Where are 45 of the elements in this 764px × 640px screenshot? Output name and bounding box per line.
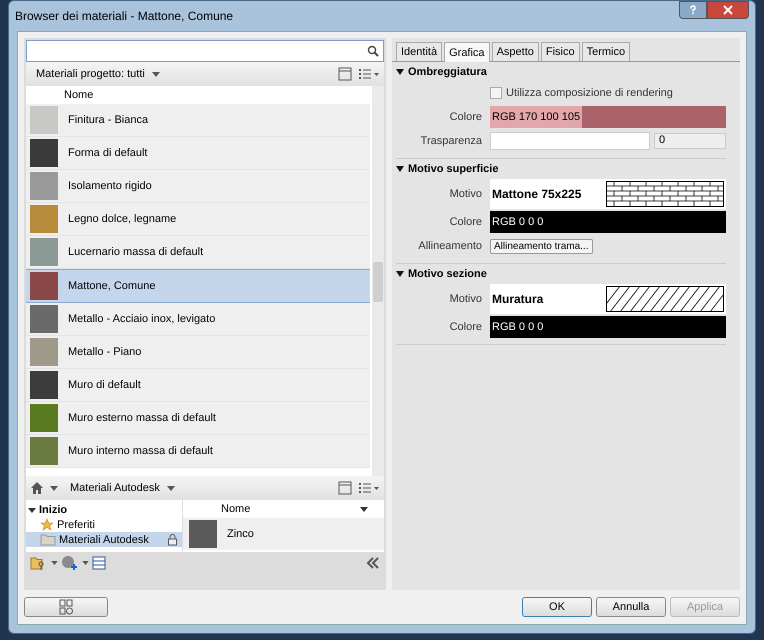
material-item[interactable]: Mattone, Comune xyxy=(26,269,370,303)
material-item[interactable]: Isolamento rigido xyxy=(26,170,370,203)
tree-item[interactable]: Preferiti xyxy=(26,517,182,532)
field-label: Motivo xyxy=(448,188,483,200)
color-swatch[interactable]: RGB 0 0 0 xyxy=(490,211,726,233)
tree-item[interactable]: Inizio xyxy=(26,502,182,517)
section-header[interactable]: Motivo sezione xyxy=(396,264,726,284)
tab[interactable]: Termico xyxy=(582,42,630,61)
field-label: Colore xyxy=(448,111,483,123)
color-swatch[interactable]: RGB 170 100 105 xyxy=(490,106,726,128)
material-item[interactable]: Legno dolce, legname xyxy=(26,203,370,236)
column-header[interactable]: Nome xyxy=(221,503,360,515)
texture-alignment-button[interactable]: Allineamento trama... xyxy=(490,238,592,254)
tab[interactable]: Fisico xyxy=(540,42,580,61)
tab[interactable]: Identità xyxy=(396,42,442,61)
tab[interactable]: Aspetto xyxy=(492,42,539,61)
window-title: Browser dei materiali - Mattone, Comune xyxy=(15,9,234,23)
dialog-button[interactable]: Annulla xyxy=(596,597,666,617)
field-label: Trasparenza xyxy=(420,135,483,147)
tab[interactable]: Grafica xyxy=(444,42,490,62)
library-dropdown[interactable]: Materiali Autodesk xyxy=(64,482,181,494)
pattern-field[interactable]: Mattone 75x225 xyxy=(490,179,726,209)
material-item[interactable]: Metallo - Piano xyxy=(26,336,370,369)
checkbox-label: Utilizza composizione di rendering xyxy=(506,87,673,99)
material-item[interactable]: Metallo - Acciaio inox, levigato xyxy=(26,303,370,336)
filter-dropdown[interactable]: Materiali progetto: tutti xyxy=(30,68,166,80)
material-item[interactable]: Forma di default xyxy=(26,137,370,170)
material-item[interactable]: Lucernario massa di default xyxy=(26,236,370,269)
field-label: Motivo xyxy=(448,293,483,305)
tree-item[interactable]: Materiali Autodesk xyxy=(26,532,182,547)
transparency-value[interactable]: 0 xyxy=(654,133,726,149)
field-label: Colore xyxy=(448,216,483,228)
section-header[interactable]: Ombreggiatura xyxy=(396,62,726,82)
material-item[interactable]: Muro esterno massa di default xyxy=(26,402,370,435)
material-item[interactable]: Muro di default xyxy=(26,369,370,402)
pattern-field[interactable]: Muratura xyxy=(490,284,726,314)
section-header[interactable]: Motivo superficie xyxy=(396,159,726,179)
material-item[interactable]: Finitura - Bianca xyxy=(26,104,370,137)
dialog-button[interactable]: OK xyxy=(522,597,592,617)
field-label: Colore xyxy=(448,321,483,333)
color-swatch[interactable]: RGB 0 0 0 xyxy=(490,316,726,338)
field-label: Allineamento xyxy=(417,240,483,252)
column-header[interactable]: Nome xyxy=(64,89,94,101)
library-item[interactable]: Zinco xyxy=(183,518,384,550)
material-item[interactable]: Muro interno massa di default xyxy=(26,435,370,468)
